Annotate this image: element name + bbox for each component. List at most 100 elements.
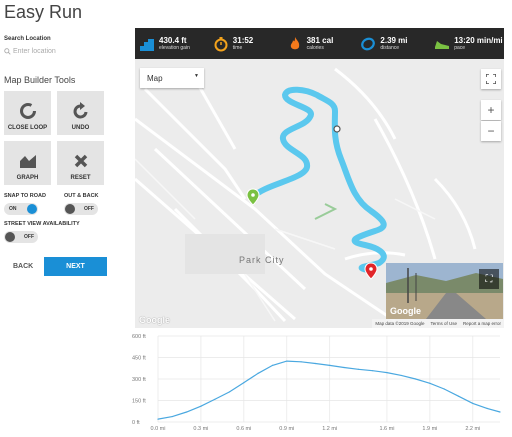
elevation-point [271,364,274,366]
road-1 [143,87,247,200]
elevation-point [329,364,331,366]
elevation-point [214,398,216,400]
graph-label: GRAPH [16,175,39,181]
toggle-knob [27,204,37,214]
minus-icon: − [487,124,495,138]
x-tick-label: 0.6 mi [236,426,251,432]
x-tick-label: 1.6 mi [379,426,394,432]
zoom-in-button[interactable]: + [481,100,501,120]
x-tick-label: 1.2 mi [322,426,337,432]
reset-button[interactable]: RESET [57,141,104,185]
undo-label: UNDO [71,125,90,131]
sidebar: Search Location Enter location Map Build… [4,36,128,276]
elevation-point [314,362,317,365]
page-title: Easy Run [4,2,83,22]
route-map[interactable]: Park City Map ▼ + − ⛶ Google Google Map … [135,59,504,328]
stat-pace: 13:20 min/mi pace [430,28,504,59]
stat-value: 381 cal [306,35,334,45]
minor-road [135,158,196,220]
back-button[interactable]: BACK [4,263,44,270]
stat-time: 31:52 time [209,28,283,59]
map-data-credit: Map data ©2019 Google [375,321,425,326]
city-label: Park City [239,255,285,265]
next-button[interactable]: NEXT [44,257,107,276]
out-and-back-state: OFF [83,206,94,212]
stat-label: calories [306,44,324,51]
search-input[interactable]: Enter location [4,48,128,55]
elevation-point [414,378,417,380]
road-8 [373,118,437,260]
x-tick-label: 0.0 mi [151,426,166,432]
chevron-down-icon: ▼ [194,73,199,79]
elevation-point [186,411,188,413]
google-logo: Google [390,306,421,316]
fullscreen-icon [486,74,496,84]
distance-icon [361,37,376,50]
stat-value: 31:52 [232,35,254,45]
google-logo: Google [139,315,170,325]
street-view-preview[interactable]: ⛶ Google [386,263,503,319]
stat-value: 430.4 ft [159,35,187,45]
street-view-toggle[interactable]: OFF [4,231,38,243]
road-5 [193,78,237,150]
graph-button[interactable]: GRAPH [4,141,51,185]
elevation-point [228,391,231,393]
terms-link[interactable]: Terms of Use [430,321,457,326]
street-view-state: OFF [24,234,34,240]
elevation-line [157,360,501,420]
y-tick-label: 300 ft [132,377,146,383]
snap-to-road-toggle[interactable]: ON [4,203,38,215]
x-tick-label: 2.2 mi [465,426,480,432]
close-loop-icon [19,103,36,119]
elevation-point [257,372,259,374]
elevation-point [386,371,388,374]
out-and-back-toggle[interactable]: OFF [63,203,98,215]
toggle-knob [5,232,15,242]
search-icon [4,48,11,55]
stat-label: time [232,44,243,51]
street-view-label: STREET VIEW AVAILABILITY [4,221,80,227]
out-and-back-group: OUT & BACK OFF [63,193,99,215]
zoom-out-button[interactable]: − [481,121,501,141]
undo-icon [73,102,87,119]
nav-buttons: BACK NEXT [4,257,128,276]
elevation-point [457,395,460,397]
dirt-trail [314,203,338,220]
map-footer: Map data ©2019 Google Terms of Use Repor… [372,319,504,328]
waypoint-marker [333,125,341,133]
elevation-point [472,402,474,404]
elevation-point [499,411,501,413]
snap-to-road-group: SNAP TO ROAD ON [4,193,46,215]
undo-button[interactable]: UNDO [57,91,104,135]
report-error-link[interactable]: Report a map error [463,321,501,326]
plus-icon: + [487,103,495,117]
elevation-point [343,366,345,369]
close-loop-button[interactable]: CLOSE LOOP [4,91,51,135]
y-tick-label: 450 ft [132,356,146,362]
toggle-knob [64,204,75,214]
stat-label: elevation gain [159,44,190,51]
y-tick-label: 600 ft [132,334,146,340]
graph-icon [19,155,36,168]
x-tick-label: 0.3 mi [193,426,208,432]
elevation-point [171,415,173,418]
toggle-row: SNAP TO ROAD ON OUT & BACK OFF [4,193,128,215]
end-marker-icon [364,262,378,280]
x-tick-label: 0.9 mi [279,426,294,432]
fullscreen-button[interactable] [481,69,501,89]
stopwatch-icon [214,36,228,51]
map-type-selector[interactable]: Map ▼ [140,68,204,88]
elevation-point [486,407,488,409]
elevation-point [357,368,359,370]
stat-value: 13:20 min/mi [454,35,503,45]
elevation-point [372,370,374,372]
stat-distance: 2.39 mi distance [356,28,430,59]
elevation-point [200,405,202,407]
y-tick-label: 0 ft [132,420,140,426]
out-and-back-label: OUT & BACK [63,193,99,199]
road-deer-valley-dr [135,117,396,323]
search-label: Search Location [4,36,51,42]
x-tick-label: 1.9 mi [422,426,437,432]
fullscreen-icon[interactable]: ⛶ [479,269,499,289]
close-loop-label: CLOSE LOOP [7,125,48,131]
